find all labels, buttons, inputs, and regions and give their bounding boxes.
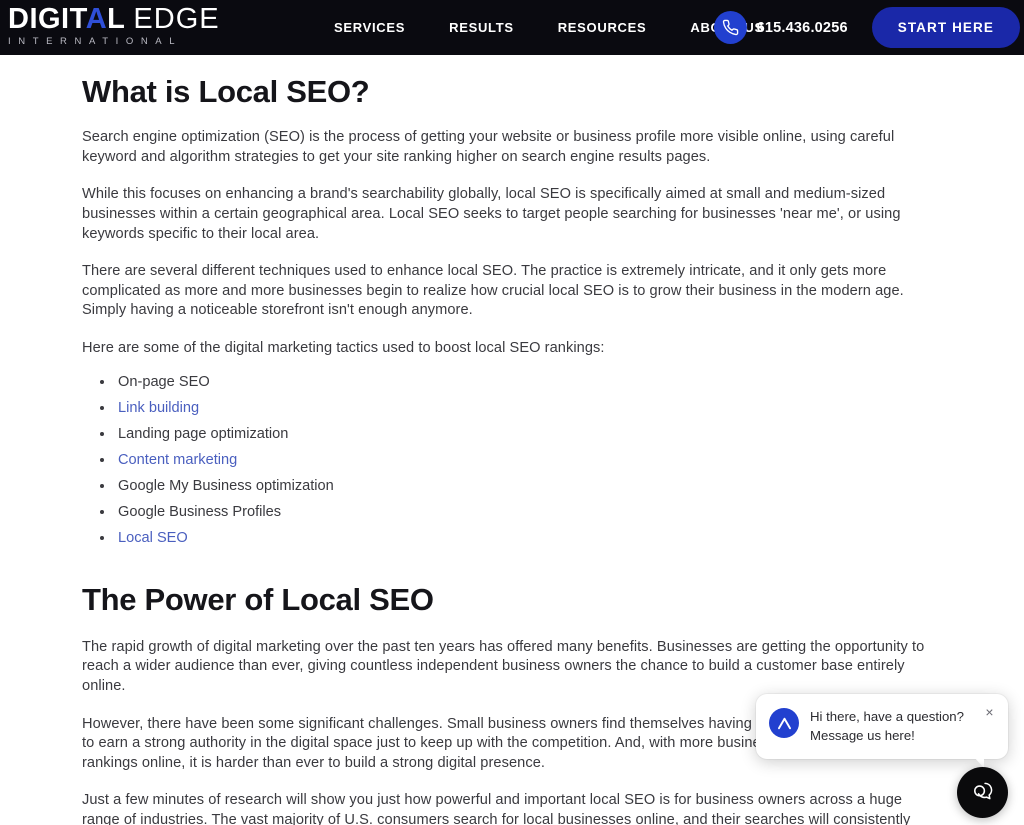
chat-greeting-bubble[interactable]: Hi there, have a question? Message us he… <box>756 694 1008 768</box>
paragraph-tactics-intro: Here are some of the digital marketing t… <box>82 339 605 356</box>
phone-link[interactable]: 615.436.0256 <box>713 11 848 44</box>
paragraph-local-vs-global: While this focuses on enhancing a brand'… <box>82 186 901 242</box>
chat-avatar-logo-icon <box>769 708 799 738</box>
site-header: DIGITAL EDGE INTERNATIONAL SERVICES RESU… <box>0 0 1024 55</box>
chat-launcher-button[interactable] <box>957 767 1008 818</box>
speech-bubbles-icon <box>970 779 995 807</box>
page-title-power-of-local-seo: The Power of Local SEO <box>82 581 434 617</box>
nav-link-services[interactable]: SERVICES <box>312 20 427 35</box>
chat-greeting-line1: Hi there, have a question? <box>810 709 964 724</box>
list-item-content-marketing[interactable]: Content marketing <box>100 451 942 469</box>
logo-text-word2: EDGE <box>133 3 220 35</box>
nav-link-resources[interactable]: RESOURCES <box>536 20 669 35</box>
logo-text-part1: DIGIT <box>8 3 86 35</box>
logo-text-part2: L <box>107 3 125 35</box>
paragraph-rapid-growth: The rapid growth of digital marketing ov… <box>82 638 925 694</box>
close-icon[interactable]: × <box>982 705 997 720</box>
site-logo[interactable]: DIGITAL EDGE INTERNATIONAL <box>8 4 240 48</box>
phone-number: 615.436.0256 <box>756 19 848 36</box>
list-item-link-building[interactable]: Link building <box>100 399 942 417</box>
tactics-list: On-page SEO Link building Landing page o… <box>82 373 942 547</box>
paragraph-techniques: There are several different techniques u… <box>82 263 904 319</box>
list-item-google-business-profiles: Google Business Profiles <box>100 503 942 521</box>
logo-accent-letter: A <box>85 3 108 35</box>
paragraph-seo-definition: Search engine optimization (SEO) is the … <box>82 129 895 165</box>
paragraph-research-engagement: Just a few minutes of research will show… <box>82 792 911 825</box>
logo-wordmark: DIGITAL EDGE <box>8 4 240 34</box>
page-title-what-is-local-seo: What is Local SEO? <box>82 74 370 109</box>
list-item-local-seo[interactable]: Local SEO <box>100 529 942 547</box>
page-body: What is Local SEO? Search engine optimiz… <box>0 55 1024 825</box>
list-item-landing-page-optimization: Landing page optimization <box>100 425 942 443</box>
nav-link-results[interactable]: RESULTS <box>427 20 536 35</box>
logo-subtitle: INTERNATIONAL <box>8 36 183 48</box>
header-right-group: 615.436.0256 START HERE <box>713 0 1024 55</box>
start-here-button[interactable]: START HERE <box>871 7 1020 48</box>
chat-greeting-text: Hi there, have a question? Message us he… <box>810 707 994 745</box>
list-item-on-page-seo: On-page SEO <box>100 373 942 391</box>
phone-icon <box>713 11 747 44</box>
list-item-google-my-business-optimization: Google My Business optimization <box>100 477 942 495</box>
chat-greeting-line2: Message us here! <box>810 728 915 743</box>
